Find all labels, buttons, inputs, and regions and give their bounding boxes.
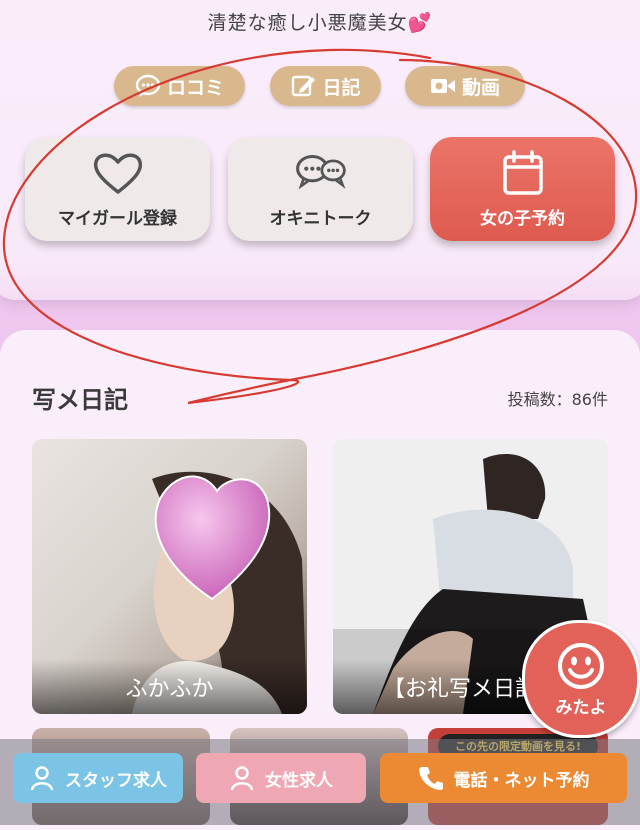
diary-section-title: 写メ日記 — [32, 386, 128, 414]
smiley-icon — [558, 642, 604, 689]
video-label: 動画 — [461, 76, 500, 99]
phone-net-reservation-button[interactable]: 電話・ネット予約 — [380, 753, 627, 803]
girl-reservation-button[interactable]: 女の子予約 — [430, 137, 615, 241]
video-camera-icon — [430, 79, 455, 93]
girl-reservation-label: 女の子予約 — [480, 208, 565, 229]
staff-recruit-button[interactable]: スタッフ求人 — [13, 753, 183, 803]
female-recruit-label: 女性求人 — [265, 770, 333, 791]
heart-icon — [93, 153, 142, 194]
chat-bubbles-icon — [295, 154, 346, 189]
my-girl-register-button[interactable]: マイガール登録 — [25, 137, 210, 241]
diary-label: 日記 — [322, 76, 361, 99]
female-recruit-button[interactable]: 女性求人 — [196, 753, 366, 803]
chat-bubble-icon — [135, 74, 161, 97]
video-button[interactable]: 動画 — [405, 66, 525, 106]
edit-icon — [292, 75, 316, 97]
pill-row: ロコミ 日記 動画 — [0, 66, 640, 108]
my-girl-register-label: マイガール登録 — [58, 208, 177, 229]
mitayo-label: みたよ — [555, 697, 607, 718]
person-icon — [230, 766, 254, 791]
staff-recruit-label: スタッフ求人 — [65, 770, 167, 791]
okini-talk-label: オキニトーク — [269, 208, 372, 229]
diary-post-1[interactable]: ふかふか — [32, 439, 307, 714]
phone-icon — [418, 767, 443, 790]
calendar-icon — [502, 149, 543, 195]
mitayo-button[interactable]: みたよ — [522, 620, 640, 738]
review-label: ロコミ — [166, 76, 224, 99]
diary-post-1-caption: ふかふか — [32, 659, 307, 714]
review-button[interactable]: ロコミ — [114, 66, 245, 106]
okini-talk-button[interactable]: オキニトーク — [228, 137, 413, 241]
person-icon — [30, 766, 54, 791]
diary-post-count: 投稿数：86件 — [507, 390, 608, 409]
tagline: 清楚な癒し小悪魔美女💕 — [207, 12, 433, 34]
phone-net-reservation-label: 電話・ネット予約 — [453, 770, 590, 791]
diary-button[interactable]: 日記 — [270, 66, 381, 106]
